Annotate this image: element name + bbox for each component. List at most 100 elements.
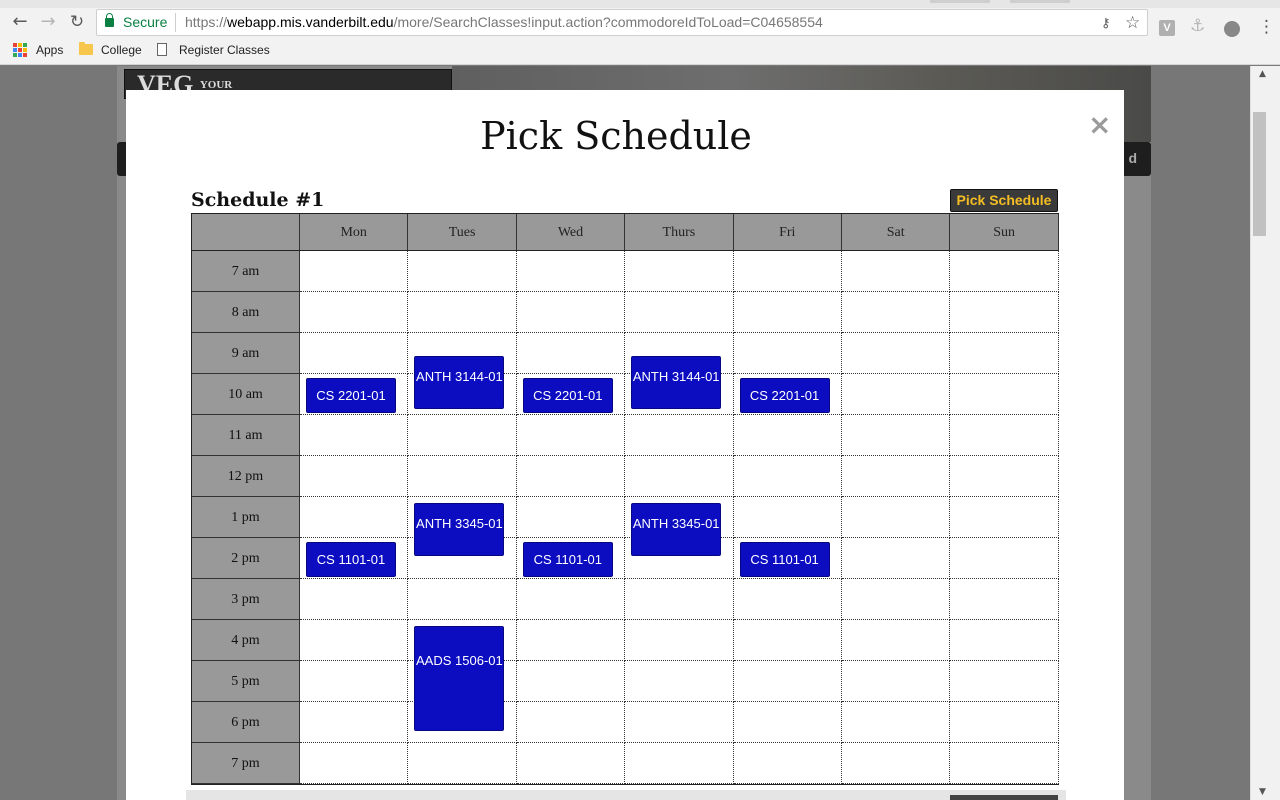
time-slot — [300, 620, 409, 661]
extension-circle-icon[interactable] — [1224, 21, 1240, 37]
bookmark-register-classes[interactable]: Register Classes — [179, 43, 270, 57]
day-header-tues: Tues — [408, 214, 517, 251]
course-block[interactable]: CS 2201-01 — [739, 378, 830, 413]
time-slot — [733, 661, 842, 702]
pick-schedule-button[interactable]: Pick Schedule — [950, 189, 1058, 212]
time-slot — [300, 579, 409, 620]
time-slot — [516, 251, 626, 292]
time-slot — [408, 292, 517, 333]
time-slot — [408, 456, 517, 497]
time-slot — [516, 579, 626, 620]
time-slot — [842, 497, 951, 538]
tab-edge[interactable] — [1010, 0, 1070, 3]
bookmarks-bar: Apps College Register Classes — [0, 38, 1280, 65]
bookmark-college[interactable]: College — [101, 43, 142, 57]
time-slot — [950, 456, 1059, 497]
course-block[interactable]: ANTH 3144-01 — [414, 355, 505, 409]
time-slot — [733, 333, 842, 374]
scroll-thumb[interactable] — [1253, 112, 1266, 236]
modal-title: Pick Schedule — [480, 114, 752, 158]
course-block[interactable]: CS 1101-01 — [522, 542, 613, 577]
time-slot — [950, 251, 1059, 292]
day-header-fri: Fri — [733, 214, 842, 251]
time-slot — [625, 702, 734, 743]
time-label: 2 pm — [192, 538, 300, 579]
extension-v-icon[interactable]: V — [1159, 20, 1175, 36]
time-label: 12 pm — [192, 456, 300, 497]
time-slot — [625, 415, 734, 456]
tab-edge[interactable] — [930, 0, 990, 3]
apps-grid-icon[interactable] — [13, 43, 27, 57]
time-label: 9 am — [192, 333, 300, 374]
day-header-sat: Sat — [842, 214, 951, 251]
time-slot — [950, 333, 1059, 374]
time-slot — [516, 661, 626, 702]
modal-footer-strip — [186, 790, 1066, 800]
day-header-wed: Wed — [516, 214, 626, 251]
time-slot — [950, 538, 1059, 579]
time-slot — [516, 497, 626, 538]
browser-toolbar: ← → ↻ Secure https://webapp.mis.vanderbi… — [0, 8, 1280, 38]
time-slot — [625, 661, 734, 702]
time-slot — [842, 374, 951, 415]
time-slot — [625, 743, 734, 784]
reload-icon[interactable]: ↻ — [65, 10, 89, 34]
time-slot — [733, 620, 842, 661]
time-slot — [300, 497, 409, 538]
back-arrow-icon[interactable]: ← — [8, 10, 32, 34]
page-icon — [157, 43, 167, 56]
course-block[interactable]: CS 2201-01 — [306, 378, 396, 413]
browser-menu-icon[interactable]: ⋮ — [1258, 17, 1275, 37]
scroll-down-arrow-icon[interactable]: ▼ — [1259, 787, 1266, 797]
bookmark-star-icon[interactable]: ☆ — [1125, 13, 1140, 33]
pick-schedule-modal: Pick Schedule × Schedule #1 Pick Schedul… — [126, 90, 1124, 800]
time-slot — [625, 456, 734, 497]
course-block[interactable]: ANTH 3144-01 — [631, 355, 722, 409]
time-slot — [625, 579, 734, 620]
scroll-up-arrow-icon[interactable]: ▲ — [1259, 69, 1266, 79]
course-block[interactable]: ANTH 3345-01 — [414, 503, 505, 557]
anchor-extension-icon[interactable]: ⚓ — [1190, 16, 1205, 36]
time-slot — [842, 620, 951, 661]
time-slot — [842, 702, 951, 743]
time-slot — [300, 333, 409, 374]
close-icon[interactable]: × — [1088, 108, 1111, 141]
time-slot — [408, 251, 517, 292]
time-slot — [733, 456, 842, 497]
time-slot — [733, 415, 842, 456]
time-label: 5 pm — [192, 661, 300, 702]
time-slot — [733, 743, 842, 784]
time-label: 10 am — [192, 374, 300, 415]
time-label: 8 am — [192, 292, 300, 333]
time-slot — [300, 251, 409, 292]
url-scheme: https:// — [185, 14, 228, 30]
course-block[interactable]: CS 1101-01 — [306, 542, 396, 577]
key-icon[interactable]: ⚷ — [1101, 16, 1111, 31]
time-slot — [733, 292, 842, 333]
time-slot — [300, 661, 409, 702]
time-slot — [842, 456, 951, 497]
time-slot — [950, 292, 1059, 333]
course-block[interactable]: CS 2201-01 — [522, 378, 613, 413]
day-header-mon: Mon — [300, 214, 409, 251]
time-slot — [516, 456, 626, 497]
time-label: 7 pm — [192, 743, 300, 784]
course-block[interactable]: ANTH 3345-01 — [631, 503, 722, 557]
time-slot — [408, 743, 517, 784]
address-bar[interactable]: Secure https://webapp.mis.vanderbilt.edu… — [96, 9, 1148, 36]
course-block[interactable]: CS 1101-01 — [739, 542, 830, 577]
footer-button-edge[interactable] — [950, 795, 1058, 800]
time-slot — [950, 415, 1059, 456]
url-text[interactable]: https://webapp.mis.vanderbilt.edu/more/S… — [185, 14, 823, 30]
time-slot — [842, 538, 951, 579]
time-slot — [733, 251, 842, 292]
page-scrollbar[interactable]: ▲ ▼ — [1250, 66, 1280, 800]
time-slot — [842, 251, 951, 292]
time-slot — [625, 251, 734, 292]
course-block[interactable]: AADS 1506-01 — [414, 626, 505, 731]
secure-label: Secure — [123, 14, 168, 30]
lock-icon — [105, 13, 114, 27]
forward-arrow-icon[interactable]: → — [36, 10, 60, 34]
time-slot — [516, 620, 626, 661]
bookmark-apps[interactable]: Apps — [36, 43, 63, 57]
